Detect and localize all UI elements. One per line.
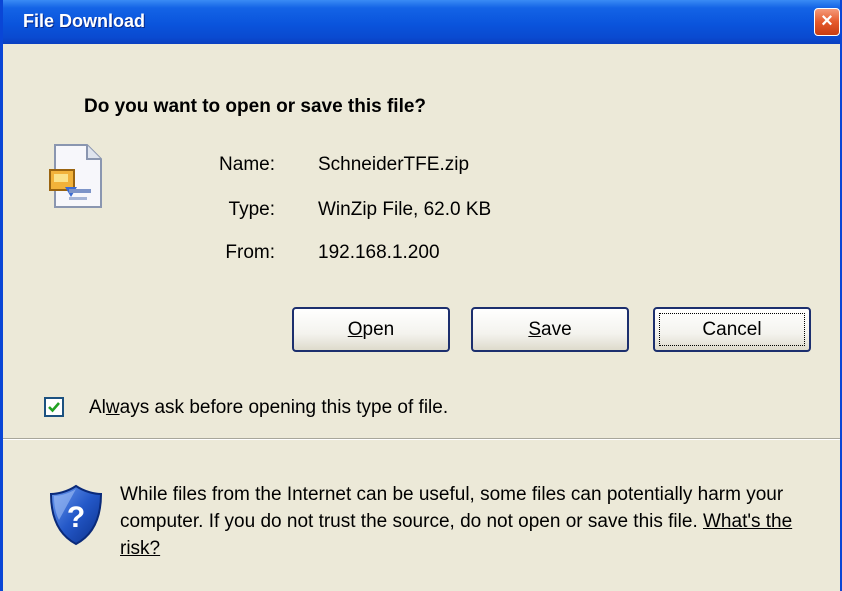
checkmark-icon xyxy=(48,402,60,413)
open-button-label: Open xyxy=(347,318,395,340)
save-button[interactable]: Save xyxy=(471,307,629,352)
close-icon: × xyxy=(821,10,833,32)
from-label: From: xyxy=(225,242,275,263)
type-label: Type: xyxy=(228,199,275,220)
winzip-file-icon xyxy=(47,143,111,218)
always-ask-label[interactable]: Always ask before opening this type of f… xyxy=(89,397,448,419)
dialog-question: Do you want to open or save this file? xyxy=(84,96,427,117)
open-button[interactable]: Open xyxy=(292,307,450,352)
save-button-label: Save xyxy=(528,318,572,340)
cancel-button-label: Cancel xyxy=(702,318,762,340)
title-bar[interactable]: File Download × xyxy=(3,0,840,44)
divider xyxy=(3,438,840,440)
file-source-value: 192.168.1.200 xyxy=(318,242,440,263)
name-label: Name: xyxy=(219,154,275,175)
file-name-value: SchneiderTFE.zip xyxy=(318,154,470,175)
cancel-button[interactable]: Cancel xyxy=(653,307,811,352)
security-shield-icon: ? xyxy=(47,483,105,552)
file-type-value: WinZip File, 62.0 KB xyxy=(318,199,492,220)
close-button[interactable]: × xyxy=(814,8,840,36)
always-ask-checkbox[interactable] xyxy=(44,397,64,417)
window-title: File Download xyxy=(23,11,146,31)
svg-text:?: ? xyxy=(67,501,85,534)
file-download-dialog: File Download × Do you want to open or s… xyxy=(0,0,842,591)
security-warning-text: While files from the Internet can be use… xyxy=(120,484,793,559)
